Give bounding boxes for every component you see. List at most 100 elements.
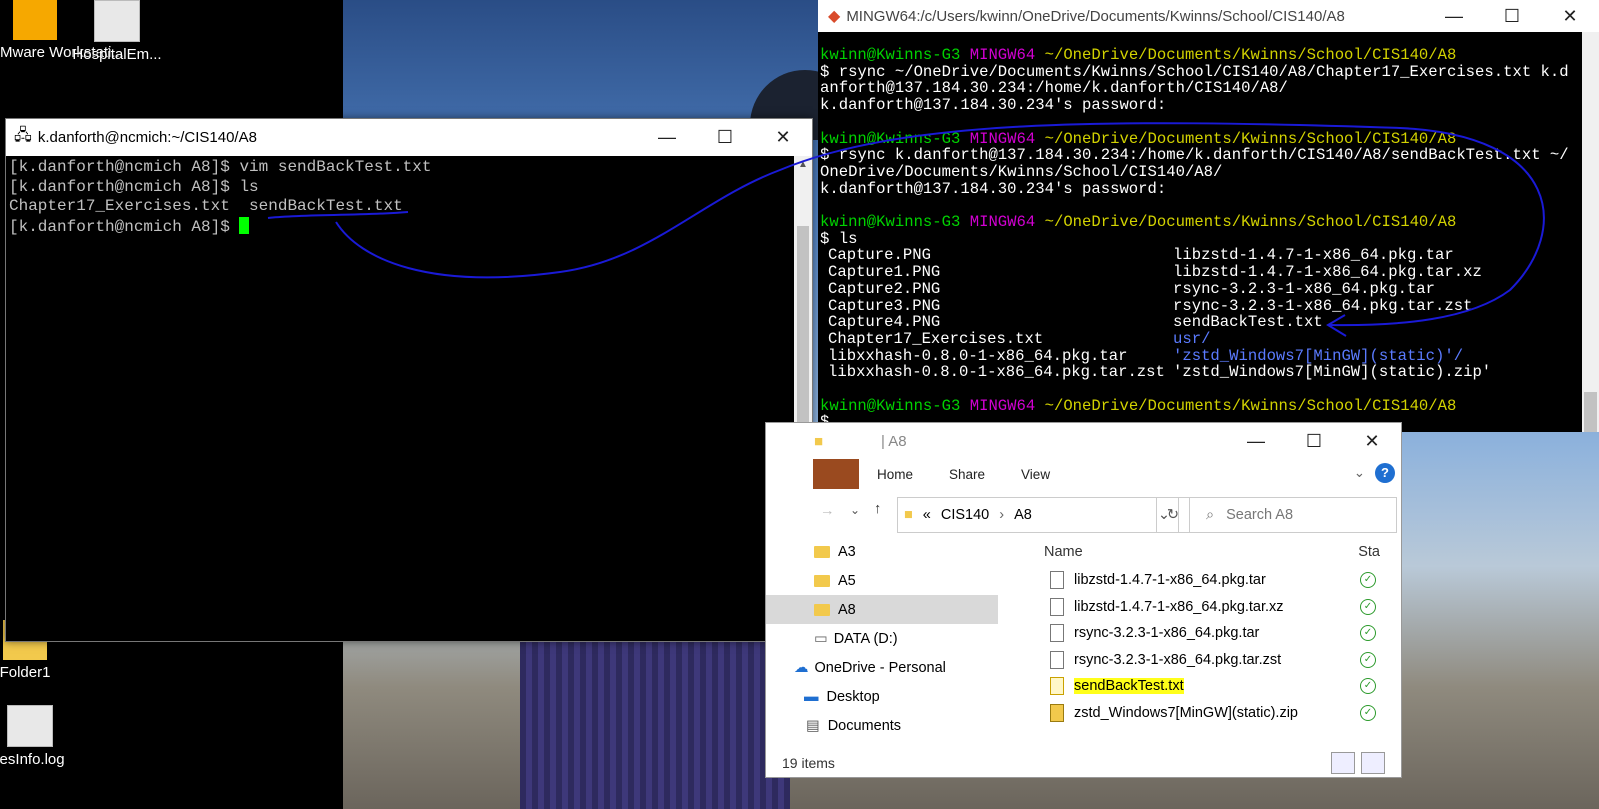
file-row[interactable]: libzstd-1.4.7-1-x86_64.pkg.tar.xz ✓ <box>1024 594 1380 621</box>
synced-icon: ✓ <box>1360 572 1376 589</box>
desktop-icon-vmware[interactable]: VMware Workstati... <box>0 0 124 61</box>
gitbash-terminal[interactable]: kwinn@Kwinns-G3 MINGW64 ~/OneDrive/Docum… <box>818 32 1582 432</box>
prompt-line: kwinn@Kwinns-G3 MINGW64 ~/OneDrive/Docum… <box>820 213 1457 232</box>
output-line: k.danforth@137.184.30.234's password: <box>820 96 1167 115</box>
ls-row: libxxhash-0.8.0-1-x86_64.pkg.tar'zstd_Wi… <box>828 346 1464 365</box>
minimize-button[interactable]: — <box>1227 423 1285 459</box>
synced-icon: ✓ <box>1360 651 1376 668</box>
terminal-cursor <box>239 216 250 234</box>
file-row[interactable]: zstd_Windows7[MinGW](static).zip ✓ <box>1024 700 1380 727</box>
ls-row: Chapter17_Exercises.txt usr/ <box>828 329 1211 348</box>
gitbash-window[interactable]: ◆ MINGW64:/c/Users/kwinn/OneDrive/Docume… <box>818 0 1599 432</box>
desktop-icon-hospital[interactable]: HospitalEm... <box>72 0 162 63</box>
navigation-row: → ⌄ ↑ ■ « CIS140 › A8 ⌄ ↻ ⌕ Search A8 <box>766 489 1401 537</box>
file-icon <box>94 0 140 42</box>
command-line: anforth@137.184.30.234:/home/k.danforth/… <box>820 79 1288 98</box>
back-arrow-icon[interactable]: → <box>820 503 835 519</box>
tab-view[interactable]: View <box>1003 467 1068 482</box>
prompt-line: kwinn@Kwinns-G3 MINGW64 ~/OneDrive/Docum… <box>820 46 1457 64</box>
ls-row: Capture4.PNG sendBackTest.txt <box>828 313 1323 332</box>
ls-output: Capture.PNG libzstd-1.4.7-1-x86_64.pkg.ta… <box>818 247 1582 381</box>
command-line: $ ls <box>820 229 858 248</box>
ribbon: Home Share View ⌄ ? <box>766 459 1401 489</box>
maximize-button[interactable]: ☐ <box>1483 0 1541 32</box>
chevron-right-icon: › <box>999 507 1005 523</box>
putty-terminal[interactable]: [k.danforth@ncmich A8]$ vim sendBackTest… <box>6 156 794 641</box>
ls-row: libxxhash-0.8.0-1-x86_64.pkg.tar.zst'zst… <box>828 363 1492 382</box>
column-header[interactable]: Name Sta <box>1024 537 1380 567</box>
command-line: OneDrive/Documents/Kwinns/School/CIS140/… <box>820 162 1223 181</box>
putty-window[interactable]: 🖧 k.danforth@ncmich:~/CIS140/A8 — ☐ ✕ [k… <box>5 118 813 642</box>
chevron-down-icon[interactable]: ⌄ <box>1354 465 1365 481</box>
file-icon <box>1050 624 1064 643</box>
column-name[interactable]: Name <box>1044 544 1083 560</box>
maximize-button[interactable]: ☐ <box>1285 423 1343 459</box>
column-status[interactable]: Sta <box>1358 544 1380 560</box>
text-file-icon <box>1050 677 1064 696</box>
navigation-pane: A3 A5 A8 ▭ DATA (D:) ☁ OneDrive - Personal… <box>766 537 998 747</box>
folder-icon: ■ <box>904 507 913 523</box>
tab-home[interactable]: Home <box>859 467 931 482</box>
file-icon <box>1050 597 1064 616</box>
breadcrumb-a8[interactable]: A8 <box>1014 507 1032 523</box>
output-line: k.danforth@137.184.30.234's password: <box>820 179 1167 198</box>
file-icon <box>1050 571 1064 590</box>
putty-titlebar[interactable]: 🖧 k.danforth@ncmich:~/CIS140/A8 — ☐ ✕ <box>6 119 812 156</box>
file-row[interactable]: rsync-3.2.3-1-x86_64.pkg.tar ✓ <box>1024 620 1380 647</box>
file-icon <box>1050 650 1064 669</box>
tab-share[interactable]: Share <box>931 467 1003 482</box>
nav-item-documents[interactable]: ▤ Documents <box>766 711 998 740</box>
vmware-icon <box>13 0 57 40</box>
breadcrumb-cis140[interactable]: CIS140 <box>941 507 989 523</box>
command-line: $ rsync ~/OneDrive/Documents/Kwinns/Scho… <box>820 62 1569 81</box>
help-icon[interactable]: ? <box>1375 463 1395 483</box>
putty-title: k.danforth@ncmich:~/CIS140/A8 <box>37 129 257 146</box>
refresh-button[interactable]: ↻ <box>1156 497 1190 533</box>
breadcrumb-overflow[interactable]: « <box>923 507 931 523</box>
address-bar[interactable]: ■ « CIS140 › A8 ⌄ <box>897 497 1179 533</box>
nav-item-a8[interactable]: A8 <box>766 595 998 624</box>
close-button[interactable]: ✕ <box>754 119 812 156</box>
minimize-button[interactable]: — <box>638 119 696 156</box>
search-input[interactable]: ⌕ Search A8 <box>1189 497 1397 533</box>
nav-item-data-drive[interactable]: ▭ DATA (D:) <box>766 624 998 653</box>
nav-item-onedrive[interactable]: ☁ OneDrive - Personal <box>766 653 998 682</box>
nav-item-desktop[interactable]: ▬ Desktop <box>766 682 998 711</box>
log-file-icon <box>7 705 53 747</box>
explorer-window[interactable]: ■ | A8 — ☐ ✕ Home Share View ⌄ ? → ⌄ ↑ ■… <box>765 422 1402 778</box>
maximize-button[interactable]: ☐ <box>696 119 754 156</box>
synced-icon: ✓ <box>1360 678 1376 695</box>
desktop-icon-tesinfo[interactable]: tesInfo.log <box>0 705 75 768</box>
close-button[interactable]: ✕ <box>1343 423 1401 459</box>
terminal-line: [k.danforth@ncmich A8]$ ls <box>9 177 259 196</box>
highlighted-filename: sendBackTest.txt <box>1074 678 1184 695</box>
putty-icon: 🖧 <box>14 127 32 144</box>
git-icon: ◆ <box>828 8 841 25</box>
ls-row: Capture3.PNG rsync-3.2.3-1-x86_64.pkg.tar… <box>828 296 1473 315</box>
synced-icon: ✓ <box>1360 704 1376 721</box>
prompt-line: kwinn@Kwinns-G3 MINGW64 ~/OneDrive/Docum… <box>820 129 1457 148</box>
details-view-button[interactable] <box>1331 752 1355 774</box>
file-row-sendbacktest[interactable]: sendBackTest.txt ✓ <box>1024 673 1380 700</box>
file-row[interactable]: libzstd-1.4.7-1-x86_64.pkg.tar ✓ <box>1024 567 1380 594</box>
status-bar: 19 items <box>782 755 835 771</box>
nav-item-a3[interactable]: A3 <box>766 537 998 566</box>
view-toggle <box>1331 752 1385 774</box>
minimize-button[interactable]: — <box>1425 0 1483 32</box>
terminal-line: Chapter17_Exercises.txt sendBackTest.txt <box>9 197 403 215</box>
nav-item-a5[interactable]: A5 <box>766 566 998 595</box>
desktop-icon: ▬ <box>804 688 819 705</box>
gitbash-title: MINGW64:/c/Users/kwinn/OneDrive/Document… <box>846 7 1345 25</box>
close-button[interactable]: ✕ <box>1541 0 1599 32</box>
explorer-titlebar[interactable]: ■ | A8 — ☐ ✕ <box>766 423 1401 459</box>
chevron-down-icon[interactable]: ⌄ <box>850 503 860 517</box>
drive-icon: ▭ <box>814 630 828 647</box>
up-arrow-icon[interactable]: ↑ <box>874 501 881 517</box>
gitbash-scrollbar[interactable] <box>1582 32 1599 432</box>
file-row[interactable]: rsync-3.2.3-1-x86_64.pkg.tar.zst ✓ <box>1024 647 1380 674</box>
file-tab[interactable] <box>813 459 859 489</box>
large-icons-view-button[interactable] <box>1361 752 1385 774</box>
command-line: $ rsync k.danforth@137.184.30.234:/home/… <box>820 146 1569 165</box>
gitbash-titlebar[interactable]: ◆ MINGW64:/c/Users/kwinn/OneDrive/Docume… <box>818 0 1599 32</box>
synced-icon: ✓ <box>1360 625 1376 642</box>
